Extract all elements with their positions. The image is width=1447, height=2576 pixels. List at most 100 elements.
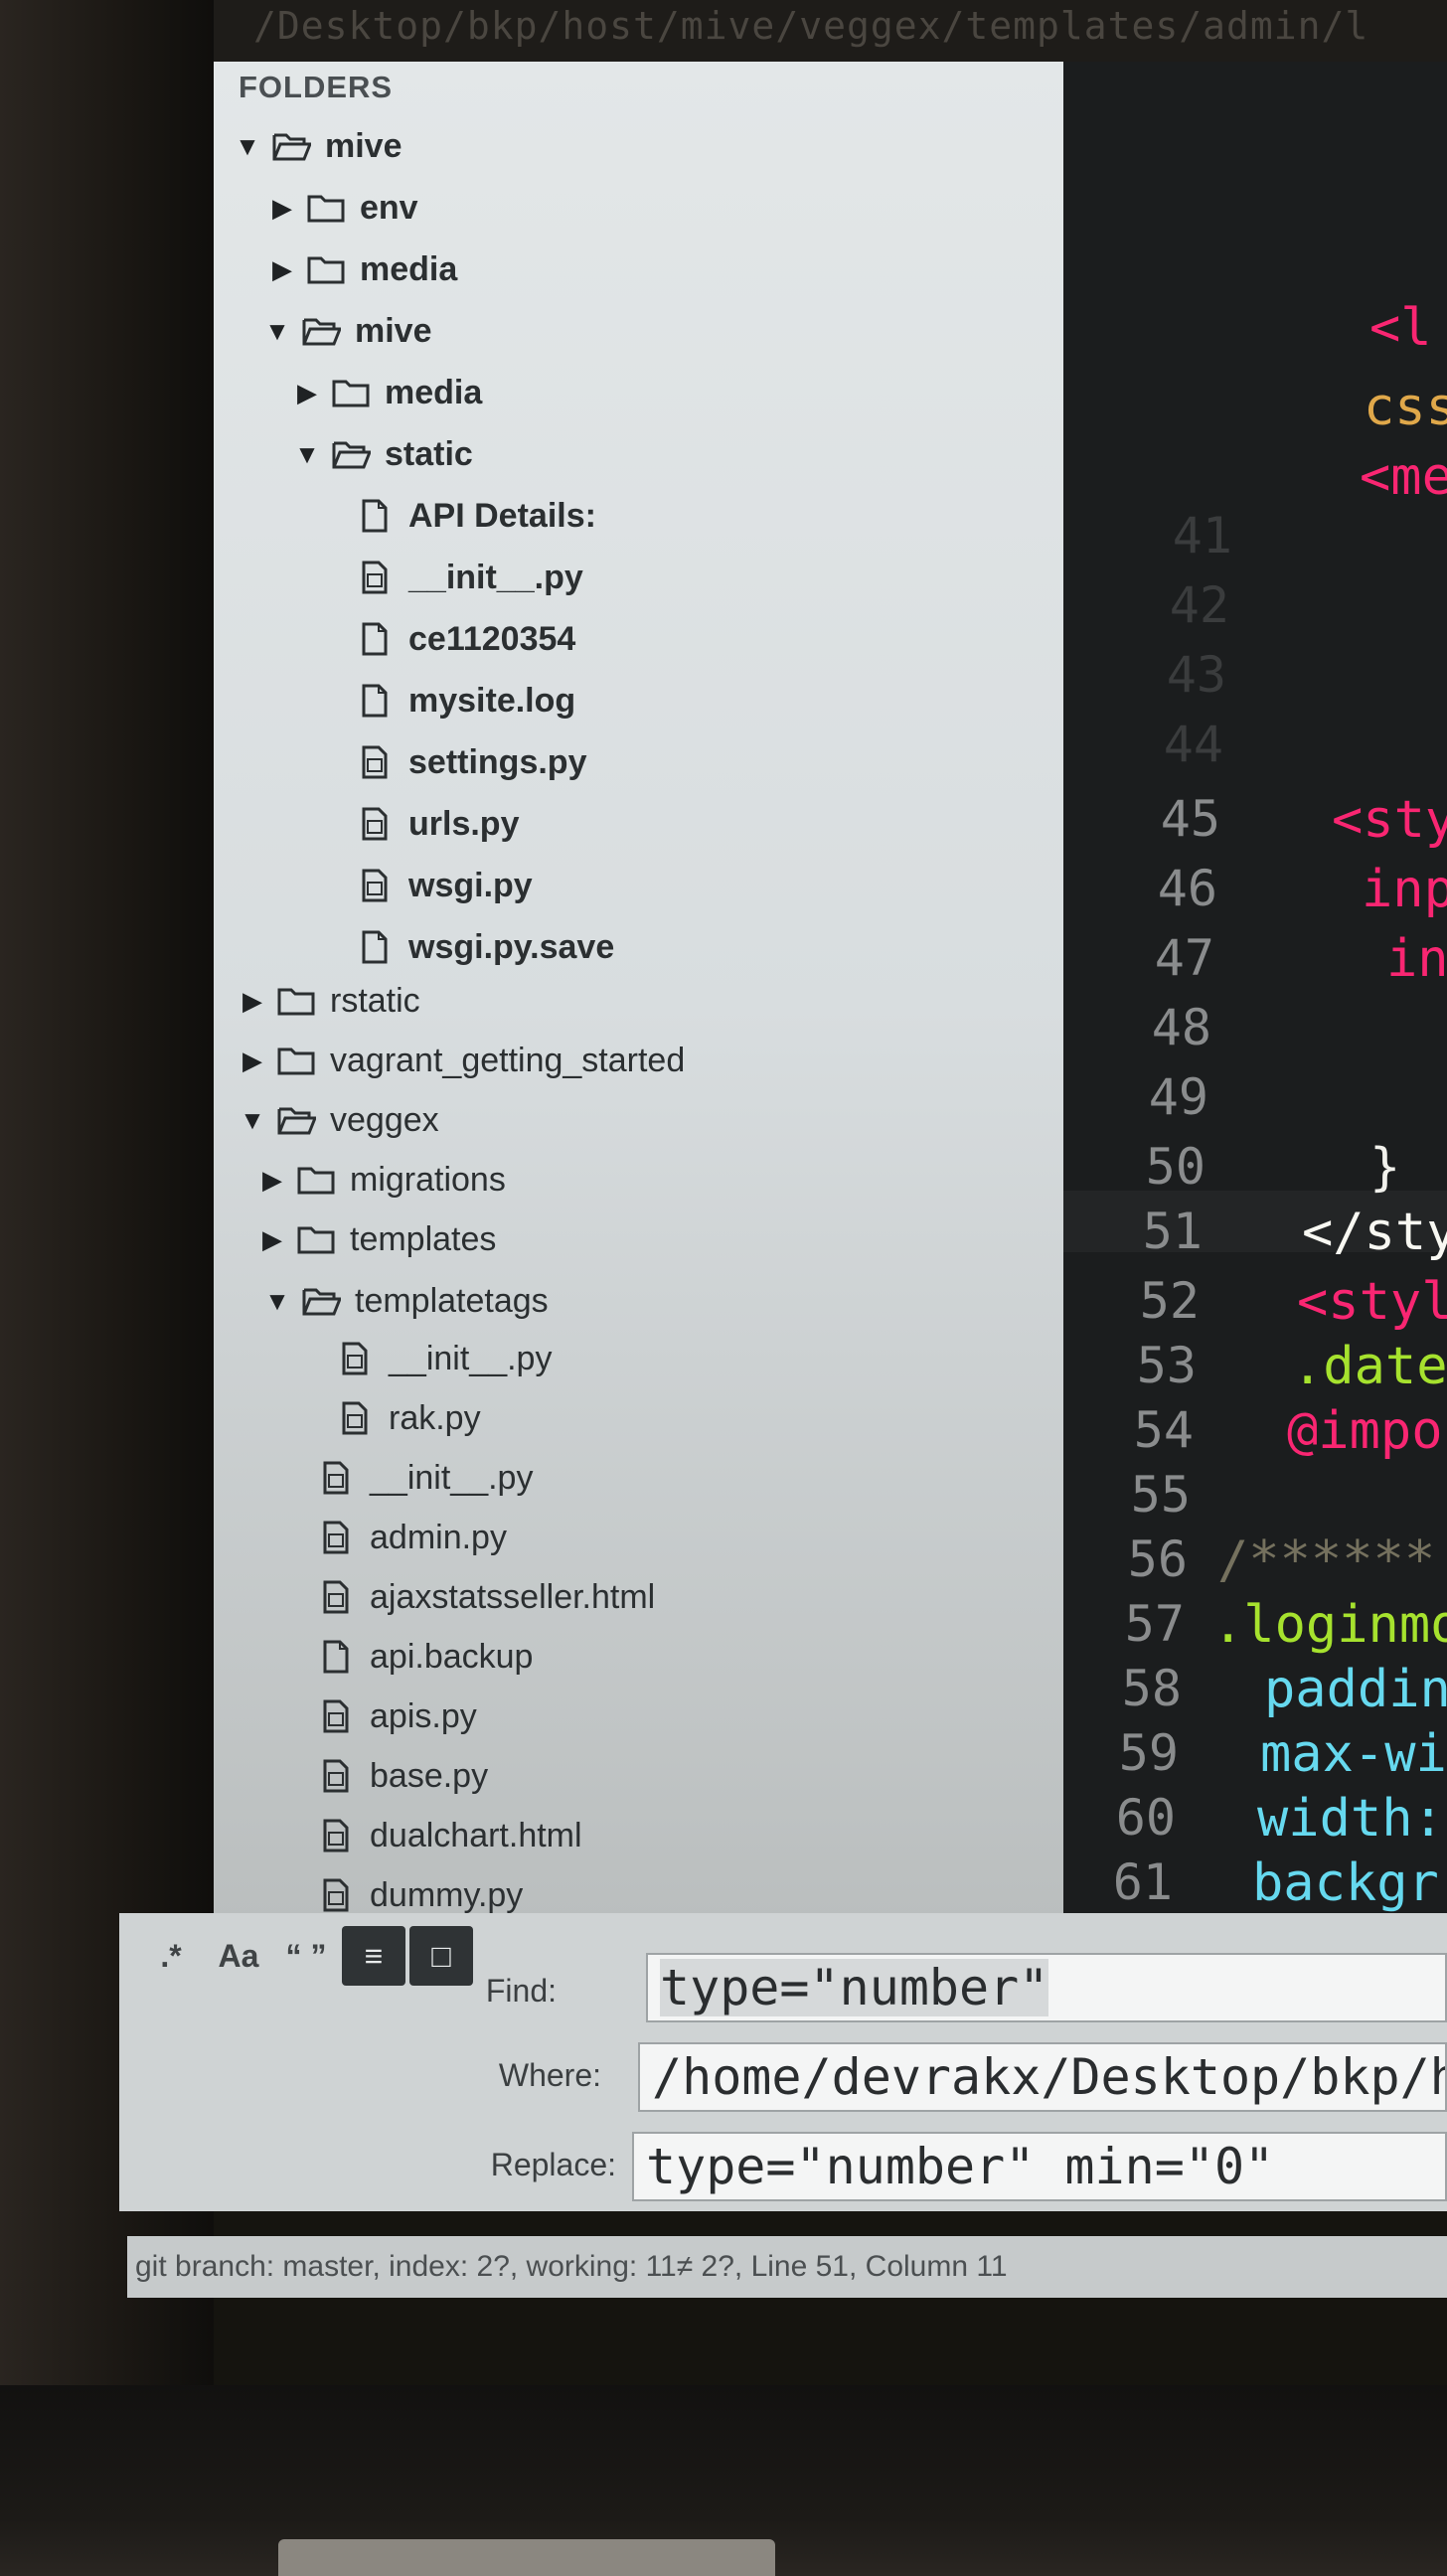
tree-folder-item[interactable]: ▶ media xyxy=(268,244,457,294)
tree-item-label: API Details: xyxy=(408,496,596,535)
tree-file-item[interactable]: ▶base.py xyxy=(278,1751,488,1801)
collapsed-arrow-icon[interactable]: ▶ xyxy=(293,378,321,408)
tree-file-item[interactable]: ▶ce1120354 xyxy=(317,614,575,664)
tree-file-item[interactable]: ▶dualchart.html xyxy=(278,1811,582,1860)
python-file-icon xyxy=(335,1342,375,1375)
expanded-arrow-icon[interactable]: ▼ xyxy=(239,1105,266,1136)
tree-folder-item[interactable]: ▼ veggex xyxy=(239,1095,439,1145)
line-number: 41 xyxy=(1172,507,1232,564)
tree-file-item[interactable]: ▶api.backup xyxy=(278,1632,533,1682)
case-sensitive-toggle-button[interactable]: Aa xyxy=(207,1926,270,1986)
tree-item-label: dummy.py xyxy=(370,1875,524,1914)
tree-file-item[interactable]: ▶admin.py xyxy=(278,1513,507,1562)
tree-item-label: admin.py xyxy=(370,1518,507,1556)
tree-file-item[interactable]: ▶__init__.py xyxy=(317,553,583,602)
collapsed-arrow-icon[interactable]: ▶ xyxy=(268,193,296,224)
tree-file-item[interactable]: ▶apis.py xyxy=(278,1691,477,1741)
line-number: 48 xyxy=(1151,999,1211,1056)
show-context-toggle-button[interactable]: ≡ xyxy=(342,1926,405,1986)
folder-icon xyxy=(276,1044,316,1077)
tree-folder-item[interactable]: ▶ migrations xyxy=(258,1155,506,1205)
where-input[interactable]: /home/devrakx/Desktop/bkp/h xyxy=(638,2042,1447,2112)
tree-item-label: ce1120354 xyxy=(408,619,576,658)
tree-item-label: dualchart.html xyxy=(370,1816,582,1854)
tree-item-label: media xyxy=(360,249,458,288)
folders-heading: FOLDERS xyxy=(239,70,394,104)
tree-folder-item[interactable]: ▼ mive xyxy=(263,306,432,356)
folder-open-icon xyxy=(271,129,311,163)
tree-item-label: __init__.py xyxy=(389,1339,553,1377)
tree-folder-item[interactable]: ▼ static xyxy=(293,429,473,479)
tree-folder-item[interactable]: ▶ templates xyxy=(258,1214,496,1264)
line-number: 53 xyxy=(1136,1337,1197,1394)
code-fragment: inp xyxy=(1362,860,1447,919)
folder-open-icon xyxy=(301,314,341,348)
replace-input[interactable]: type="number" min="0" xyxy=(632,2132,1447,2201)
tree-folder-item[interactable]: ▼ templatetags xyxy=(263,1276,549,1326)
folder-icon xyxy=(331,376,371,409)
file-icon xyxy=(355,499,395,533)
code-fragment: <l xyxy=(1369,298,1432,358)
collapsed-arrow-icon[interactable]: ▶ xyxy=(268,254,296,285)
tree-folder-item[interactable]: ▼ mive xyxy=(234,121,402,171)
file-icon xyxy=(355,684,395,718)
tree-item-label: apis.py xyxy=(370,1696,477,1735)
python-file-icon xyxy=(316,1521,356,1554)
whole-word-toggle-button[interactable]: “ ” xyxy=(274,1926,338,1986)
find-input-value: type="number" xyxy=(660,1959,1049,2016)
code-fragment: paddin xyxy=(1264,1660,1447,1719)
tree-folder-item[interactable]: ▶ vagrant_getting_started xyxy=(239,1036,685,1085)
tree-item-label: static xyxy=(385,434,473,473)
where-input-value: /home/devrakx/Desktop/bkp/h xyxy=(652,2048,1447,2106)
tree-file-item[interactable]: ▶rak.py xyxy=(297,1393,481,1443)
code-fragment: in xyxy=(1386,929,1447,989)
tree-file-item[interactable]: ▶wsgi.py xyxy=(317,861,533,910)
expanded-arrow-icon[interactable]: ▼ xyxy=(234,131,261,162)
collapsed-arrow-icon[interactable]: ▶ xyxy=(239,986,266,1017)
collapsed-arrow-icon[interactable]: ▶ xyxy=(239,1046,266,1076)
python-file-icon xyxy=(355,561,395,594)
folders-sidebar: FOLDERS ▼ mive ▶ env ▶ media ▼ mive ▶ media ▼ stati… xyxy=(214,62,1063,1955)
code-fragment: /****** xyxy=(1217,1530,1436,1590)
status-text: git branch: master, index: 2?, working: … xyxy=(135,2250,1008,2283)
tree-item-label: ajaxstatsseller.html xyxy=(370,1577,656,1616)
tree-item-label: mysite.log xyxy=(408,681,576,720)
tree-file-item[interactable]: ▶wsgi.py.save xyxy=(317,922,614,972)
expanded-arrow-icon[interactable]: ▼ xyxy=(263,316,291,347)
line-number: 45 xyxy=(1160,790,1220,848)
status-bar: git branch: master, index: 2?, working: … xyxy=(127,2236,1447,2298)
collapsed-arrow-icon[interactable]: ▶ xyxy=(258,1224,286,1255)
where-label: Where: xyxy=(498,2057,601,2093)
expanded-arrow-icon[interactable]: ▼ xyxy=(293,439,321,470)
find-input[interactable]: type="number" xyxy=(646,1953,1447,2022)
line-number: 47 xyxy=(1154,929,1214,987)
code-fragment: .date xyxy=(1292,1337,1447,1396)
tree-item-label: rak.py xyxy=(389,1398,481,1437)
tree-file-item[interactable]: ▶API Details: xyxy=(317,491,596,541)
tree-item-label: rstatic xyxy=(330,981,420,1020)
python-file-icon xyxy=(316,1878,356,1912)
tree-item-label: mive xyxy=(325,126,402,165)
code-fragment: .loginmo xyxy=(1212,1595,1447,1655)
file-icon xyxy=(355,930,395,964)
code-fragment: <me xyxy=(1360,447,1447,507)
tree-file-item[interactable]: ▶settings.py xyxy=(317,737,586,787)
tree-folder-item[interactable]: ▶ env xyxy=(268,183,418,233)
code-fragment: width: xyxy=(1257,1789,1444,1849)
tree-file-item[interactable]: ▶__init__.py xyxy=(278,1453,533,1503)
line-number: 44 xyxy=(1163,716,1223,773)
collapsed-arrow-icon[interactable]: ▶ xyxy=(258,1165,286,1196)
tree-file-item[interactable]: ▶mysite.log xyxy=(317,676,575,725)
title-bar: /Desktop/bkp/host/mive/veggex/templates/… xyxy=(214,0,1447,62)
tree-folder-item[interactable]: ▶ media xyxy=(293,368,482,417)
tree-folder-item[interactable]: ▶ rstatic xyxy=(239,976,420,1026)
tree-item-label: mive xyxy=(355,311,432,350)
expanded-arrow-icon[interactable]: ▼ xyxy=(263,1286,291,1317)
regex-toggle-button[interactable]: .* xyxy=(139,1926,203,1986)
python-file-icon xyxy=(335,1401,375,1435)
tree-file-item[interactable]: ▶urls.py xyxy=(317,799,519,849)
tree-file-item[interactable]: ▶__init__.py xyxy=(297,1334,552,1383)
folder-icon xyxy=(306,252,346,286)
tree-item-label: migrations xyxy=(350,1160,506,1199)
tree-file-item[interactable]: ▶ajaxstatsseller.html xyxy=(278,1572,655,1622)
